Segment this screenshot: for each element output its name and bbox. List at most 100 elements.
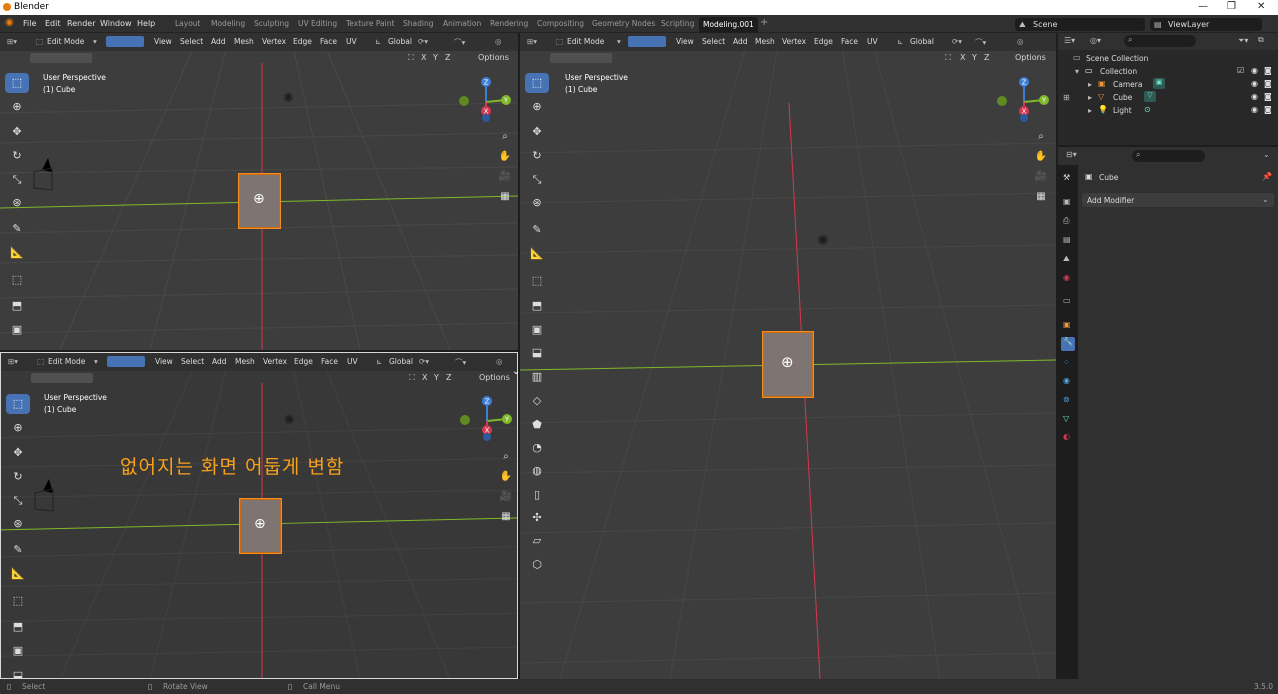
smooth-tool-icon[interactable]: ◍ (525, 461, 549, 481)
properties-search-input[interactable]: ⌕ (1132, 150, 1205, 162)
new-collection-icon[interactable]: ⧉ (1258, 35, 1264, 45)
scene-selector[interactable]: ⛰ Scene (1015, 18, 1145, 31)
spin-tool-icon[interactable]: ◔ (525, 438, 549, 458)
extrude-tool-icon[interactable]: ⬒ (5, 296, 29, 316)
eye-icon[interactable]: ◉ (1251, 79, 1258, 88)
add-modifier-button[interactable]: Add Modifier ⌄ (1082, 193, 1274, 207)
expand-arrow-icon[interactable]: ▸ (1088, 80, 1092, 89)
menu-file[interactable]: File (23, 19, 36, 28)
menu-face[interactable]: Face (321, 357, 338, 366)
scale-tool-icon[interactable]: ⤡ (5, 170, 29, 190)
tab-animation[interactable]: Animation (443, 19, 481, 28)
add-cube-tool-icon[interactable]: ⬚ (6, 591, 30, 611)
add-workspace-button[interactable]: + (760, 17, 768, 28)
shrink-fatten-tool-icon[interactable]: ✣ (525, 508, 549, 528)
annotate-tool-icon[interactable]: ✎ (6, 540, 30, 560)
light-object-icon[interactable]: ✺ (817, 233, 829, 249)
knife-tool-icon[interactable]: ◇ (525, 391, 549, 411)
outliner-item-cube[interactable]: Cube (1113, 93, 1132, 102)
close-button[interactable]: ✕ (1257, 1, 1265, 12)
menu-uv[interactable]: UV (867, 37, 878, 46)
editor-type-icon[interactable]: ⊞▾ (7, 37, 17, 46)
extrude-tool-icon[interactable]: ⬒ (6, 617, 30, 637)
rotate-tool-icon[interactable]: ↻ (525, 146, 549, 166)
mode-selector[interactable]: Edit Mode (567, 37, 604, 46)
inset-tool-icon[interactable]: ▣ (5, 320, 29, 340)
tab-modeling[interactable]: Modeling (211, 19, 245, 28)
add-cube-tool-icon[interactable]: ⬚ (5, 270, 29, 290)
camera-render-icon[interactable]: ◙ (1264, 79, 1272, 88)
menu-window[interactable]: Window (100, 19, 132, 28)
camera-object-icon[interactable] (30, 158, 60, 198)
display-mode-icon[interactable]: ◎▾ (1090, 36, 1101, 45)
edit-mode-indicator-icon[interactable]: ⊞ (1063, 93, 1070, 102)
camera-render-icon[interactable]: ◙ (1264, 66, 1272, 75)
menu-edge[interactable]: Edge (814, 37, 833, 46)
snap-icon[interactable]: ⌒▾ (975, 37, 986, 48)
menu-mesh[interactable]: Mesh (755, 37, 775, 46)
annotate-tool-icon[interactable]: ✎ (525, 220, 549, 240)
tab-scripting[interactable]: Scripting (661, 19, 694, 28)
editor-type-icon[interactable]: ⊞▾ (527, 37, 537, 46)
tab-uv-editing[interactable]: UV Editing (298, 19, 337, 28)
light-object-icon[interactable]: ✺ (284, 413, 295, 428)
measure-tool-icon[interactable]: 📐 (525, 244, 549, 264)
menu-mesh[interactable]: Mesh (235, 357, 255, 366)
bevel-tool-icon[interactable]: ⬓ (6, 666, 30, 678)
measure-tool-icon[interactable]: 📐 (5, 243, 29, 263)
mirror-z-toggle[interactable]: Z (446, 373, 451, 382)
menu-face[interactable]: Face (841, 37, 858, 46)
physics-tab-icon[interactable]: ◉ (1063, 376, 1070, 385)
expand-arrow-icon[interactable]: ▸ (1088, 106, 1092, 115)
menu-add[interactable]: Add (733, 37, 748, 46)
mode-selector[interactable]: Edit Mode (47, 37, 84, 46)
camera-view-icon[interactable]: 🎥 (497, 169, 513, 185)
chevron-down-icon[interactable]: ⌄ (1263, 150, 1270, 159)
outliner-search-input[interactable]: ⌕ (1124, 35, 1196, 47)
pivot-icon[interactable]: ⟳▾ (952, 37, 962, 46)
orientation-selector[interactable]: Global (388, 37, 412, 46)
navigation-gizmo[interactable]: Z Y X (996, 74, 1050, 128)
bevel-tool-icon[interactable]: ⬓ (525, 343, 549, 363)
tab-modeling-001[interactable]: Modeling.001 (699, 17, 758, 33)
collection-label[interactable]: Collection (1100, 67, 1137, 76)
camera-render-icon[interactable]: ◙ (1264, 105, 1272, 114)
snap-icon[interactable]: ⌒▾ (455, 357, 466, 368)
menu-vertex[interactable]: Vertex (262, 37, 286, 46)
mode-selector[interactable]: Edit Mode (48, 357, 85, 366)
edge-slide-tool-icon[interactable]: ▯ (525, 485, 549, 505)
menu-view[interactable]: View (155, 357, 173, 366)
ortho-grid-icon[interactable]: ▦ (1033, 189, 1049, 205)
mirror-x-toggle[interactable]: X (421, 53, 426, 62)
menu-select[interactable]: Select (181, 357, 204, 366)
pan-hand-icon[interactable]: ✋ (498, 469, 514, 485)
editor-type-icon[interactable]: ☰▾ (1064, 36, 1075, 45)
zoom-icon[interactable]: ⌕ (1033, 129, 1049, 145)
selection-mode-icons[interactable] (31, 373, 93, 383)
menu-view[interactable]: View (154, 37, 172, 46)
pivot-icon[interactable]: ⟳▾ (418, 37, 428, 46)
maximize-button[interactable]: ❐ (1227, 1, 1236, 12)
menu-select[interactable]: Select (702, 37, 725, 46)
modifier-tab-icon[interactable]: 🔧 (1061, 337, 1075, 351)
selection-mode-icons[interactable] (550, 53, 612, 63)
rip-region-tool-icon[interactable]: ⬡ (525, 555, 549, 575)
selection-mode-icons[interactable] (30, 53, 92, 63)
view-layer-tab-icon[interactable]: ▤ (1063, 235, 1071, 244)
menu-vertex[interactable]: Vertex (263, 357, 287, 366)
cursor-tool-icon[interactable]: ⊕ (6, 418, 30, 438)
proportional-edit-icon[interactable]: ◎ (1017, 37, 1024, 46)
eye-icon[interactable]: ◉ (1251, 105, 1258, 114)
mirror-y-toggle[interactable]: Y (434, 373, 439, 382)
ortho-grid-icon[interactable]: ▦ (497, 189, 513, 205)
rotate-tool-icon[interactable]: ↻ (5, 146, 29, 166)
pin-icon[interactable]: 📌 (1262, 172, 1272, 181)
inset-tool-icon[interactable]: ▣ (6, 641, 30, 661)
transform-tool-icon[interactable]: ⊛ (525, 193, 549, 213)
menu-add[interactable]: Add (211, 37, 226, 46)
mirror-y-toggle[interactable]: Y (972, 53, 977, 62)
select-mode-buttons[interactable] (628, 36, 666, 47)
filter-icon[interactable]: ⏷▾ (1238, 36, 1248, 46)
cursor-tool-icon[interactable]: ⊕ (525, 97, 549, 117)
world-tab-icon[interactable]: ◉ (1063, 273, 1070, 282)
